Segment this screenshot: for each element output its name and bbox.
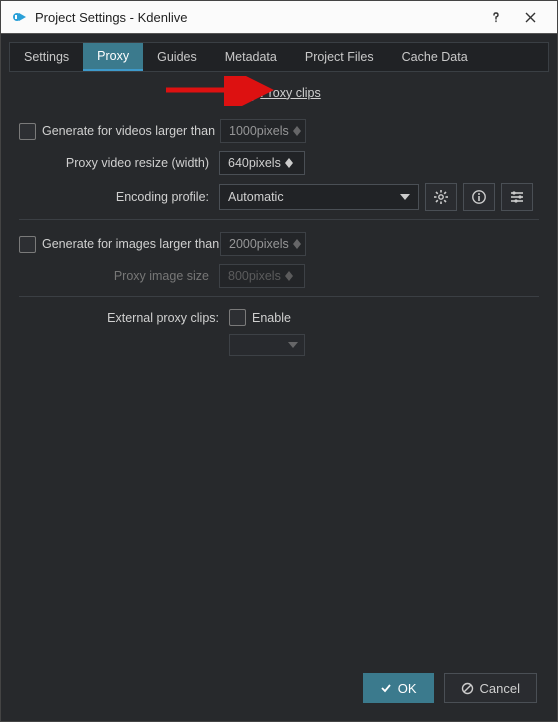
window: Project Settings - Kdenlive Settings Pro…	[0, 0, 558, 722]
gen-images-label: Generate for images larger than	[42, 237, 220, 251]
image-size-label: Proxy image size	[19, 269, 219, 283]
tab-cache-data[interactable]: Cache Data	[388, 43, 482, 71]
video-resize-value: 640pixels	[228, 156, 281, 170]
tab-bar: Settings Proxy Guides Metadata Project F…	[9, 42, 549, 72]
gear-icon	[433, 189, 449, 205]
encoding-profile-label: Encoding profile:	[19, 190, 219, 204]
separator	[19, 219, 539, 220]
tab-settings[interactable]: Settings	[10, 43, 83, 71]
tab-metadata[interactable]: Metadata	[211, 43, 291, 71]
encoding-sliders-button[interactable]	[501, 183, 533, 211]
spin-arrows-icon	[285, 158, 302, 168]
cancel-button[interactable]: Cancel	[444, 673, 537, 703]
tab-proxy[interactable]: Proxy	[83, 43, 143, 71]
gen-videos-value: 1000pixels	[229, 124, 289, 138]
ok-button[interactable]: OK	[363, 673, 434, 703]
sliders-icon	[509, 189, 525, 205]
content: Settings Proxy Guides Metadata Project F…	[1, 34, 557, 721]
app-icon	[11, 8, 29, 26]
video-resize-spin[interactable]: 640pixels	[219, 151, 305, 175]
gen-images-value: 2000pixels	[229, 237, 289, 251]
image-size-spin[interactable]: 800pixels	[219, 264, 305, 288]
cancel-icon	[461, 682, 474, 695]
gen-images-size-spin[interactable]: 2000pixels	[220, 232, 306, 256]
separator	[19, 296, 539, 297]
video-resize-label: Proxy video resize (width)	[19, 156, 219, 170]
external-proxy-label: External proxy clips:	[19, 311, 229, 325]
ok-button-label: OK	[398, 681, 417, 696]
gen-videos-checkbox[interactable]	[19, 123, 36, 140]
image-size-value: 800pixels	[228, 269, 281, 283]
external-proxy-combo[interactable]	[229, 334, 305, 356]
encoding-settings-button[interactable]	[425, 183, 457, 211]
encoding-profile-value: Automatic	[228, 190, 400, 204]
check-icon	[380, 682, 392, 694]
help-button[interactable]	[479, 3, 513, 31]
info-icon	[471, 189, 487, 205]
chevron-down-icon	[288, 342, 298, 348]
chevron-down-icon	[400, 194, 410, 200]
enable-external-checkbox[interactable]	[229, 309, 246, 326]
tab-project-files[interactable]: Project Files	[291, 43, 388, 71]
spin-arrows-icon	[285, 271, 302, 281]
gen-videos-label: Generate for videos larger than	[42, 124, 220, 138]
gen-videos-size-spin[interactable]: 1000pixels	[220, 119, 306, 143]
spin-arrows-icon	[293, 126, 303, 136]
titlebar: Project Settings - Kdenlive	[1, 1, 557, 34]
encoding-info-button[interactable]	[463, 183, 495, 211]
enable-external-label: Enable	[252, 311, 291, 325]
window-title: Project Settings - Kdenlive	[35, 10, 479, 25]
cancel-button-label: Cancel	[480, 681, 520, 696]
proxy-clips-checkbox[interactable]	[237, 84, 254, 101]
proxy-clips-label[interactable]: Proxy clips	[260, 86, 320, 100]
close-button[interactable]	[513, 3, 547, 31]
tab-body: Proxy clips Generate for videos larger t…	[9, 72, 549, 663]
gen-images-checkbox[interactable]	[19, 236, 36, 253]
footer: OK Cancel	[9, 663, 549, 713]
spin-arrows-icon	[293, 239, 303, 249]
encoding-profile-combo[interactable]: Automatic	[219, 184, 419, 210]
tab-guides[interactable]: Guides	[143, 43, 211, 71]
